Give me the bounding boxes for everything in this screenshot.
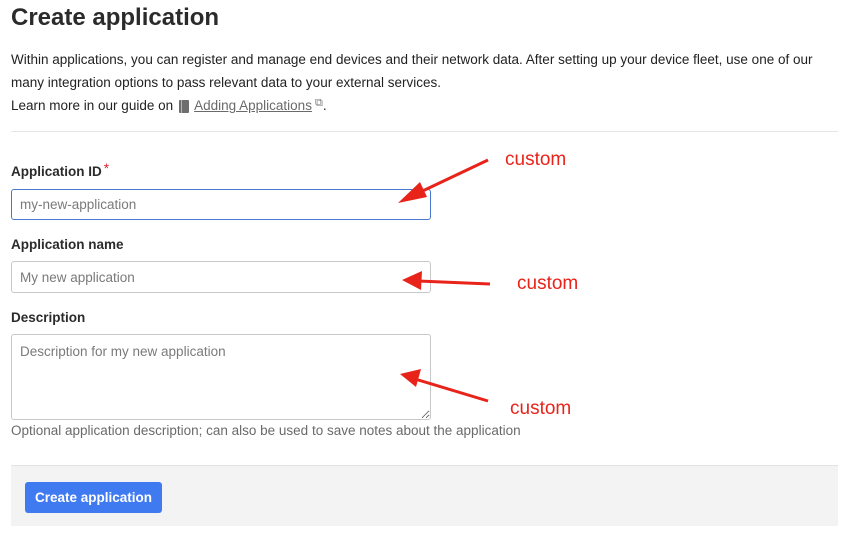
annotation-label-3: custom <box>510 398 572 419</box>
annotation-label-2: custom <box>517 273 579 294</box>
annotation-label-1: custom <box>505 149 567 170</box>
annotation-arrows <box>398 158 491 403</box>
annotation-arrow-2 <box>402 271 491 290</box>
annotation-arrow-1 <box>398 158 489 203</box>
annotation-arrow-3 <box>400 369 489 403</box>
